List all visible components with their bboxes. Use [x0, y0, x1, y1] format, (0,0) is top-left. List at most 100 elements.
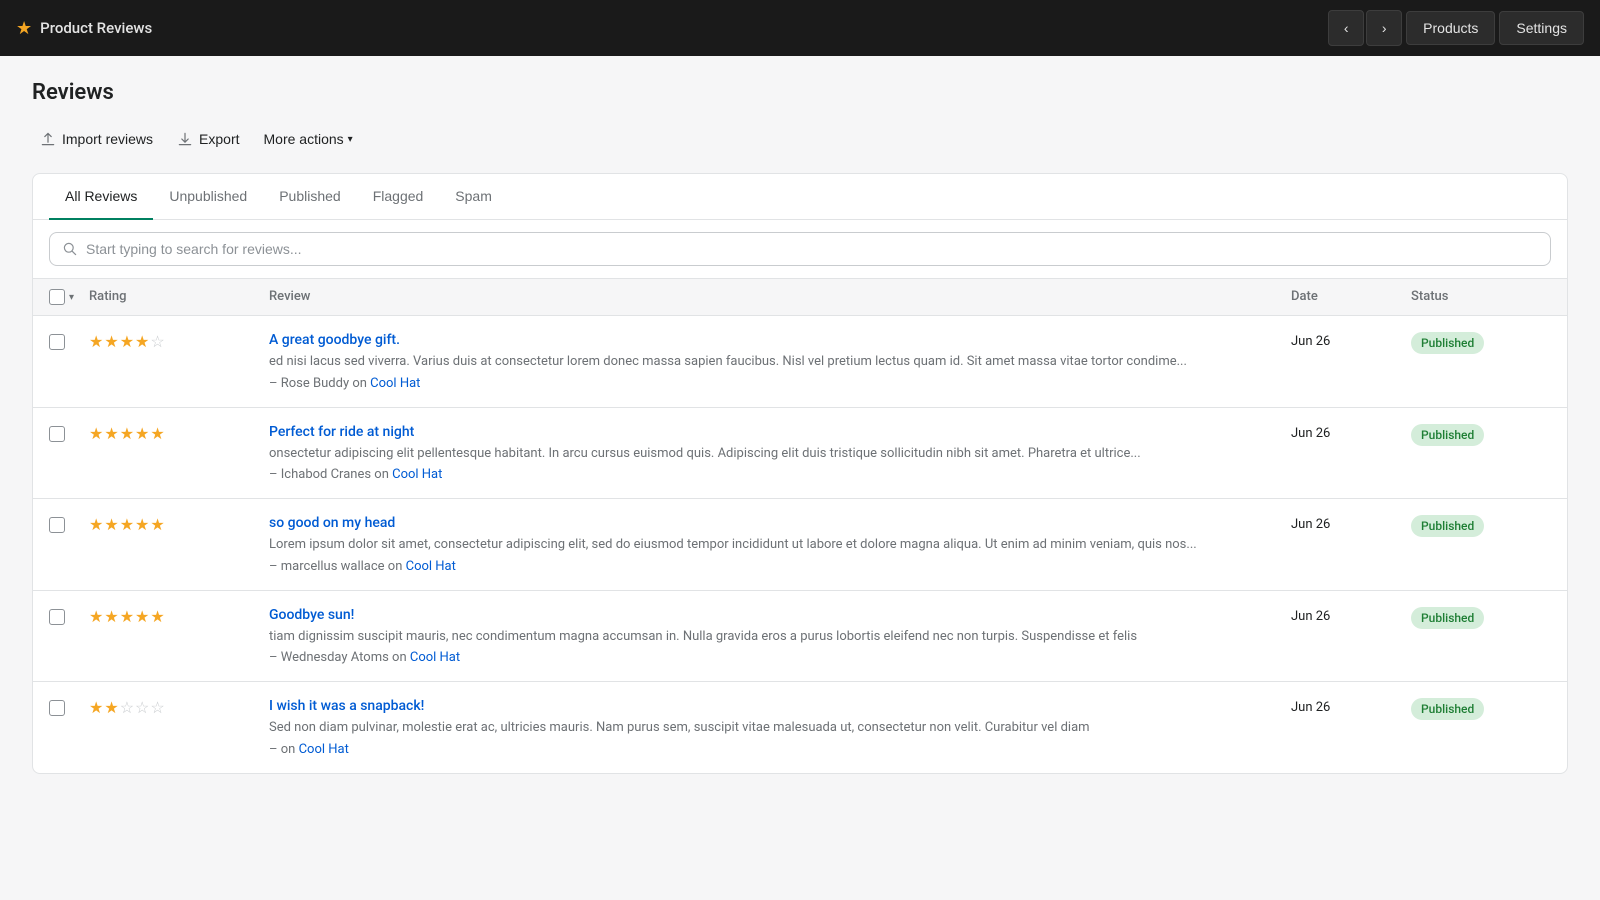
date-header: Date — [1291, 289, 1411, 305]
rating-cell: ★★★★★ — [89, 515, 269, 534]
top-nav-actions: ‹ › Products Settings — [1328, 10, 1584, 46]
table-row: ★★★★★ so good on my head Lorem ipsum dol… — [33, 499, 1567, 591]
review-text: onsectetur adipiscing elit pellentesque … — [269, 444, 1291, 464]
review-text: ed nisi lacus sed viverra. Varius duis a… — [269, 352, 1291, 372]
review-header: Review — [269, 289, 1291, 305]
date-cell: Jun 26 — [1291, 698, 1411, 715]
product-link[interactable]: Cool Hat — [406, 559, 456, 574]
review-author: – Rose Buddy on Cool Hat — [269, 376, 1291, 391]
more-actions-button[interactable]: More actions ▾ — [256, 125, 361, 153]
toolbar: Import reviews Export More actions ▾ — [32, 125, 1568, 153]
rating-cell: ★★★★★ — [89, 607, 269, 626]
star-full: ★ — [120, 515, 134, 534]
table-header: ▾ Rating Review Date Status — [33, 279, 1567, 316]
top-navigation: ★ Product Reviews ‹ › Products Settings — [0, 0, 1600, 56]
star-rating: ★★★★★ — [89, 424, 269, 443]
tab-published[interactable]: Published — [263, 174, 357, 220]
tab-spam[interactable]: Spam — [439, 174, 508, 220]
row-checkbox[interactable] — [49, 700, 65, 716]
review-text: Lorem ipsum dolor sit amet, consectetur … — [269, 535, 1291, 555]
search-container — [33, 220, 1567, 279]
chevron-left-icon: ‹ — [1344, 20, 1349, 36]
settings-button[interactable]: Settings — [1499, 11, 1584, 45]
date-cell: Jun 26 — [1291, 607, 1411, 624]
row-checkbox[interactable] — [49, 426, 65, 442]
star-empty: ☆ — [150, 698, 164, 717]
select-all-checkbox-area[interactable]: ▾ — [49, 289, 89, 305]
star-full: ★ — [104, 607, 118, 626]
review-title[interactable]: A great goodbye gift. — [269, 332, 1291, 348]
review-content: A great goodbye gift. ed nisi lacus sed … — [269, 332, 1291, 391]
products-button[interactable]: Products — [1406, 11, 1495, 45]
rating-cell: ★★★★☆ — [89, 332, 269, 351]
status-cell: Published — [1411, 332, 1551, 354]
review-title[interactable]: Perfect for ride at night — [269, 424, 1291, 440]
product-link[interactable]: Cool Hat — [392, 467, 442, 482]
row-checkbox-area[interactable] — [49, 515, 89, 533]
search-input[interactable] — [86, 241, 1538, 257]
row-checkbox[interactable] — [49, 517, 65, 533]
star-full: ★ — [104, 424, 118, 443]
tab-flagged[interactable]: Flagged — [357, 174, 440, 220]
review-text: tiam dignissim suscipit mauris, nec cond… — [269, 627, 1291, 647]
select-dropdown-icon[interactable]: ▾ — [69, 292, 74, 303]
star-full: ★ — [150, 515, 164, 534]
review-title[interactable]: I wish it was a snapback! — [269, 698, 1291, 714]
row-checkbox-area[interactable] — [49, 698, 89, 716]
row-checkbox[interactable] — [49, 609, 65, 625]
row-checkbox-area[interactable] — [49, 424, 89, 442]
table-row: ★★★★★ Goodbye sun! tiam dignissim suscip… — [33, 591, 1567, 683]
star-full: ★ — [120, 424, 134, 443]
star-rating: ★★★★★ — [89, 515, 269, 534]
select-all-checkbox[interactable] — [49, 289, 65, 305]
review-title[interactable]: so good on my head — [269, 515, 1291, 531]
status-badge: Published — [1411, 332, 1484, 354]
chevron-right-icon: › — [1382, 20, 1387, 36]
row-checkbox[interactable] — [49, 334, 65, 350]
download-icon — [177, 131, 193, 147]
nav-next-button[interactable]: › — [1366, 10, 1402, 46]
status-header: Status — [1411, 289, 1551, 305]
import-reviews-button[interactable]: Import reviews — [32, 125, 161, 153]
review-text: Sed non diam pulvinar, molestie erat ac,… — [269, 718, 1291, 738]
star-full: ★ — [89, 332, 103, 351]
rating-cell: ★★★★★ — [89, 424, 269, 443]
search-icon — [62, 241, 78, 257]
review-author: – on Cool Hat — [269, 742, 1291, 757]
review-content: I wish it was a snapback! Sed non diam p… — [269, 698, 1291, 757]
tab-unpublished[interactable]: Unpublished — [153, 174, 263, 220]
star-icon: ★ — [16, 18, 32, 39]
table-row: ★★★★★ Perfect for ride at night onsectet… — [33, 408, 1567, 500]
star-full: ★ — [120, 332, 134, 351]
status-cell: Published — [1411, 698, 1551, 720]
star-full: ★ — [89, 607, 103, 626]
star-rating: ★★☆☆☆ — [89, 698, 269, 717]
page-title: Reviews — [32, 80, 1568, 105]
nav-prev-button[interactable]: ‹ — [1328, 10, 1364, 46]
status-cell: Published — [1411, 607, 1551, 629]
reviews-card: All Reviews Unpublished Published Flagge… — [32, 173, 1568, 774]
star-full: ★ — [135, 515, 149, 534]
tab-all-reviews[interactable]: All Reviews — [49, 174, 153, 220]
review-content: Goodbye sun! tiam dignissim suscipit mau… — [269, 607, 1291, 666]
review-title[interactable]: Goodbye sun! — [269, 607, 1291, 623]
star-empty: ☆ — [135, 698, 149, 717]
app-title: Product Reviews — [40, 19, 152, 37]
product-link[interactable]: Cool Hat — [299, 742, 349, 757]
product-link[interactable]: Cool Hat — [410, 650, 460, 665]
app-title-area: ★ Product Reviews — [16, 18, 152, 39]
table-row: ★★☆☆☆ I wish it was a snapback! Sed non … — [33, 682, 1567, 773]
export-button[interactable]: Export — [169, 125, 247, 153]
row-checkbox-area[interactable] — [49, 332, 89, 350]
star-full: ★ — [104, 332, 118, 351]
product-link[interactable]: Cool Hat — [370, 376, 420, 391]
status-cell: Published — [1411, 515, 1551, 537]
reviews-list: ★★★★☆ A great goodbye gift. ed nisi lacu… — [33, 316, 1567, 773]
upload-icon — [40, 131, 56, 147]
review-author: – Ichabod Cranes on Cool Hat — [269, 467, 1291, 482]
status-badge: Published — [1411, 607, 1484, 629]
row-checkbox-area[interactable] — [49, 607, 89, 625]
star-full: ★ — [135, 607, 149, 626]
star-rating: ★★★★☆ — [89, 332, 269, 351]
star-full: ★ — [150, 424, 164, 443]
